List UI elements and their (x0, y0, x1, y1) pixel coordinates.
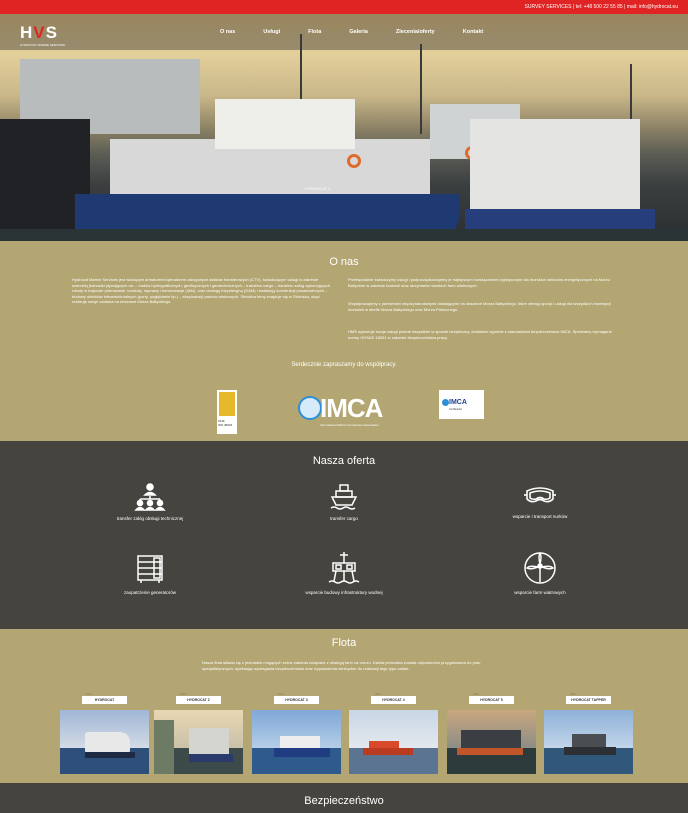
fleet-title: Flota (331, 637, 357, 649)
ohs-certificate-logo: OHS ISO 45001 (217, 390, 237, 434)
offer-item-label: transfer cargo (330, 516, 358, 521)
hero-boat-cabin (215, 99, 355, 149)
hero-water (0, 229, 688, 241)
fleet-card-tag: HMS HYDROCAT (82, 693, 127, 704)
fleet-card-brand: HMS (570, 693, 576, 696)
certificate-text: OHS ISO 45001 (218, 419, 233, 427)
offer-title: Nasza oferta (312, 455, 376, 467)
imca-subtitle: International Marine Contractors Associa… (320, 423, 379, 427)
hero-mast (420, 44, 422, 134)
about-left-text: Hydrocat Marine Services jest wiodącym a… (72, 277, 331, 305)
fleet-card[interactable]: HMS HYDROCAT 4 (349, 693, 438, 774)
fleet-card-photo (252, 710, 341, 774)
logo-letter: H (20, 23, 34, 42)
imca-subtitle: Certification (449, 408, 463, 411)
offer-item-label: transfer załóg obsługi technicznej (116, 516, 184, 521)
fleet-card-tag: HMS HYDROCAT 4 (371, 693, 416, 704)
logo-letter: V (33, 23, 46, 42)
nav-item-flota[interactable]: Flota (308, 29, 321, 35)
imca-logo-small: IMCA Certification (439, 390, 484, 419)
generator-icon (137, 555, 163, 583)
about-right-text-3: HMS wykonuje swoje usługi przede wszystk… (348, 329, 612, 340)
hero-boat-label: HYDROCAT 2 (305, 186, 331, 191)
about-right-text-1: Profesjonalnie świadczymy usługi i podpo… (348, 277, 610, 288)
fleet-card-tag: HMS HYDROCAT 5 (469, 693, 514, 704)
offer-item-label: zaopatrzenie generatorów (123, 590, 177, 595)
safety-title: Bezpieczeństwo (304, 795, 384, 807)
fleet-card[interactable]: HMS HYDROCAT (60, 693, 149, 774)
cargo-ship-icon (330, 484, 358, 510)
offer-item-infrastructure[interactable]: wsparcie budowy infrastruktury wodnej (299, 551, 389, 596)
imca-logo-large: IMCA International Marine Contractors As… (298, 391, 393, 427)
safety-section: Bezpieczeństwo (0, 783, 688, 813)
fleet-card-photo (349, 710, 438, 774)
hero-banner: HYDROCAT 2 HVS HYDROCAT MARINE SERVICES … (0, 14, 688, 241)
about-section: O nas Hydrocat Marine Services jest wiod… (0, 241, 688, 441)
fleet-description: Nasza flota składa się z jednostek mogąc… (202, 660, 481, 671)
certificate-badge-icon (219, 392, 235, 416)
offer-item-label: wsparcie i transport nurków (512, 514, 568, 519)
globe-icon (442, 399, 449, 406)
offer-item-label: wsparcie budowy infrastruktury wodnej (305, 590, 383, 595)
fleet-section: Flota Nasza flota składa się z jednostek… (0, 629, 688, 783)
nav-item-galeria[interactable]: Galeria (349, 29, 368, 35)
fleet-card-name: HYDROCAT 2 (187, 697, 210, 702)
fleet-card-brand: HMS (473, 693, 479, 696)
offer-item-divers[interactable]: wsparcie i transport nurków (495, 483, 585, 520)
fleet-card-tag: HMS HYDROCAT 3 (274, 693, 319, 704)
fleet-card[interactable]: HMS HYDROCAT 2 (154, 693, 243, 774)
nav-item-uslugi[interactable]: Usługi (263, 29, 280, 35)
diving-mask-icon (524, 487, 556, 503)
fleet-card-brand: HMS (375, 693, 381, 696)
globe-icon (298, 396, 322, 420)
nav-menu: O nas Usługi Flota Galeria Zlecenia/ofer… (220, 29, 511, 35)
nav-item-onas[interactable]: O nas (220, 29, 235, 35)
fleet-card-name: HYDROCAT 3 (285, 697, 308, 702)
fleet-card-name: HYDROCAT TAPPER (571, 697, 606, 702)
top-contact-bar: SURVEY SERVICES | tel: +48 500 22 55 85 … (0, 0, 688, 14)
offshore-platform-icon (328, 552, 360, 584)
company-logo[interactable]: HVS HYDROCAT MARINE SERVICES (20, 23, 65, 47)
offer-item-label: wsparcie farm wiatrowych (514, 590, 566, 595)
hero-boat2-deck (470, 119, 640, 214)
logo-letter: S (45, 23, 58, 42)
imca-wordmark: IMCA (449, 399, 467, 406)
fleet-card-tag: HMS HYDROCAT 2 (176, 693, 221, 704)
fleet-card-photo (544, 710, 633, 774)
offer-item-generators[interactable]: zaopatrzenie generatorów (105, 553, 195, 596)
fleet-card-name: HYDROCAT 5 (480, 697, 503, 702)
logo-tagline: HYDROCAT MARINE SERVICES (20, 43, 66, 47)
main-navbar: HVS HYDROCAT MARINE SERVICES O nas Usług… (0, 14, 688, 50)
fleet-card-photo (60, 710, 149, 774)
nav-item-zlecenia[interactable]: Zlecenia/oferty (396, 29, 435, 35)
imca-wordmark: IMCA (320, 393, 383, 423)
about-title: O nas (329, 256, 359, 268)
fleet-card[interactable]: HMS HYDROCAT TAPPER (544, 693, 633, 774)
invite-text: Serdecznie zapraszamy do współpracy. (291, 362, 397, 368)
wind-turbine-icon (524, 551, 556, 584)
fleet-card-photo (154, 710, 243, 774)
fleet-card-brand: HMS (278, 693, 284, 696)
offer-item-cargo[interactable]: transfer cargo (299, 483, 389, 522)
fleet-card-tag: HMS HYDROCAT TAPPER (566, 693, 611, 704)
people-network-icon (134, 483, 166, 511)
fleet-card[interactable]: HMS HYDROCAT 5 (447, 693, 536, 774)
fleet-card-name: HYDROCAT (94, 697, 115, 702)
fleet-card-brand: HMS (180, 693, 186, 696)
nav-item-kontakt[interactable]: Kontakt (463, 29, 483, 35)
offer-item-crew-transfer[interactable]: transfer załóg obsługi technicznej (105, 483, 195, 522)
fleet-card-name: HYDROCAT 4 (382, 697, 405, 702)
offer-section: Nasza oferta transfer załóg obsługi tech… (0, 441, 688, 629)
fleet-card-photo (447, 710, 536, 774)
fleet-card-brand: HMS (86, 693, 92, 696)
offer-item-wind-farms[interactable]: wsparcie farm wiatrowych (495, 551, 585, 596)
fleet-card[interactable]: HMS HYDROCAT 3 (252, 693, 341, 774)
contact-info: SURVEY SERVICES | tel: +48 500 22 55 85 … (524, 4, 678, 10)
about-right-text-2: Współpracujemy z partnerami międzynarodo… (348, 301, 611, 312)
lifebuoy-icon (347, 154, 361, 168)
